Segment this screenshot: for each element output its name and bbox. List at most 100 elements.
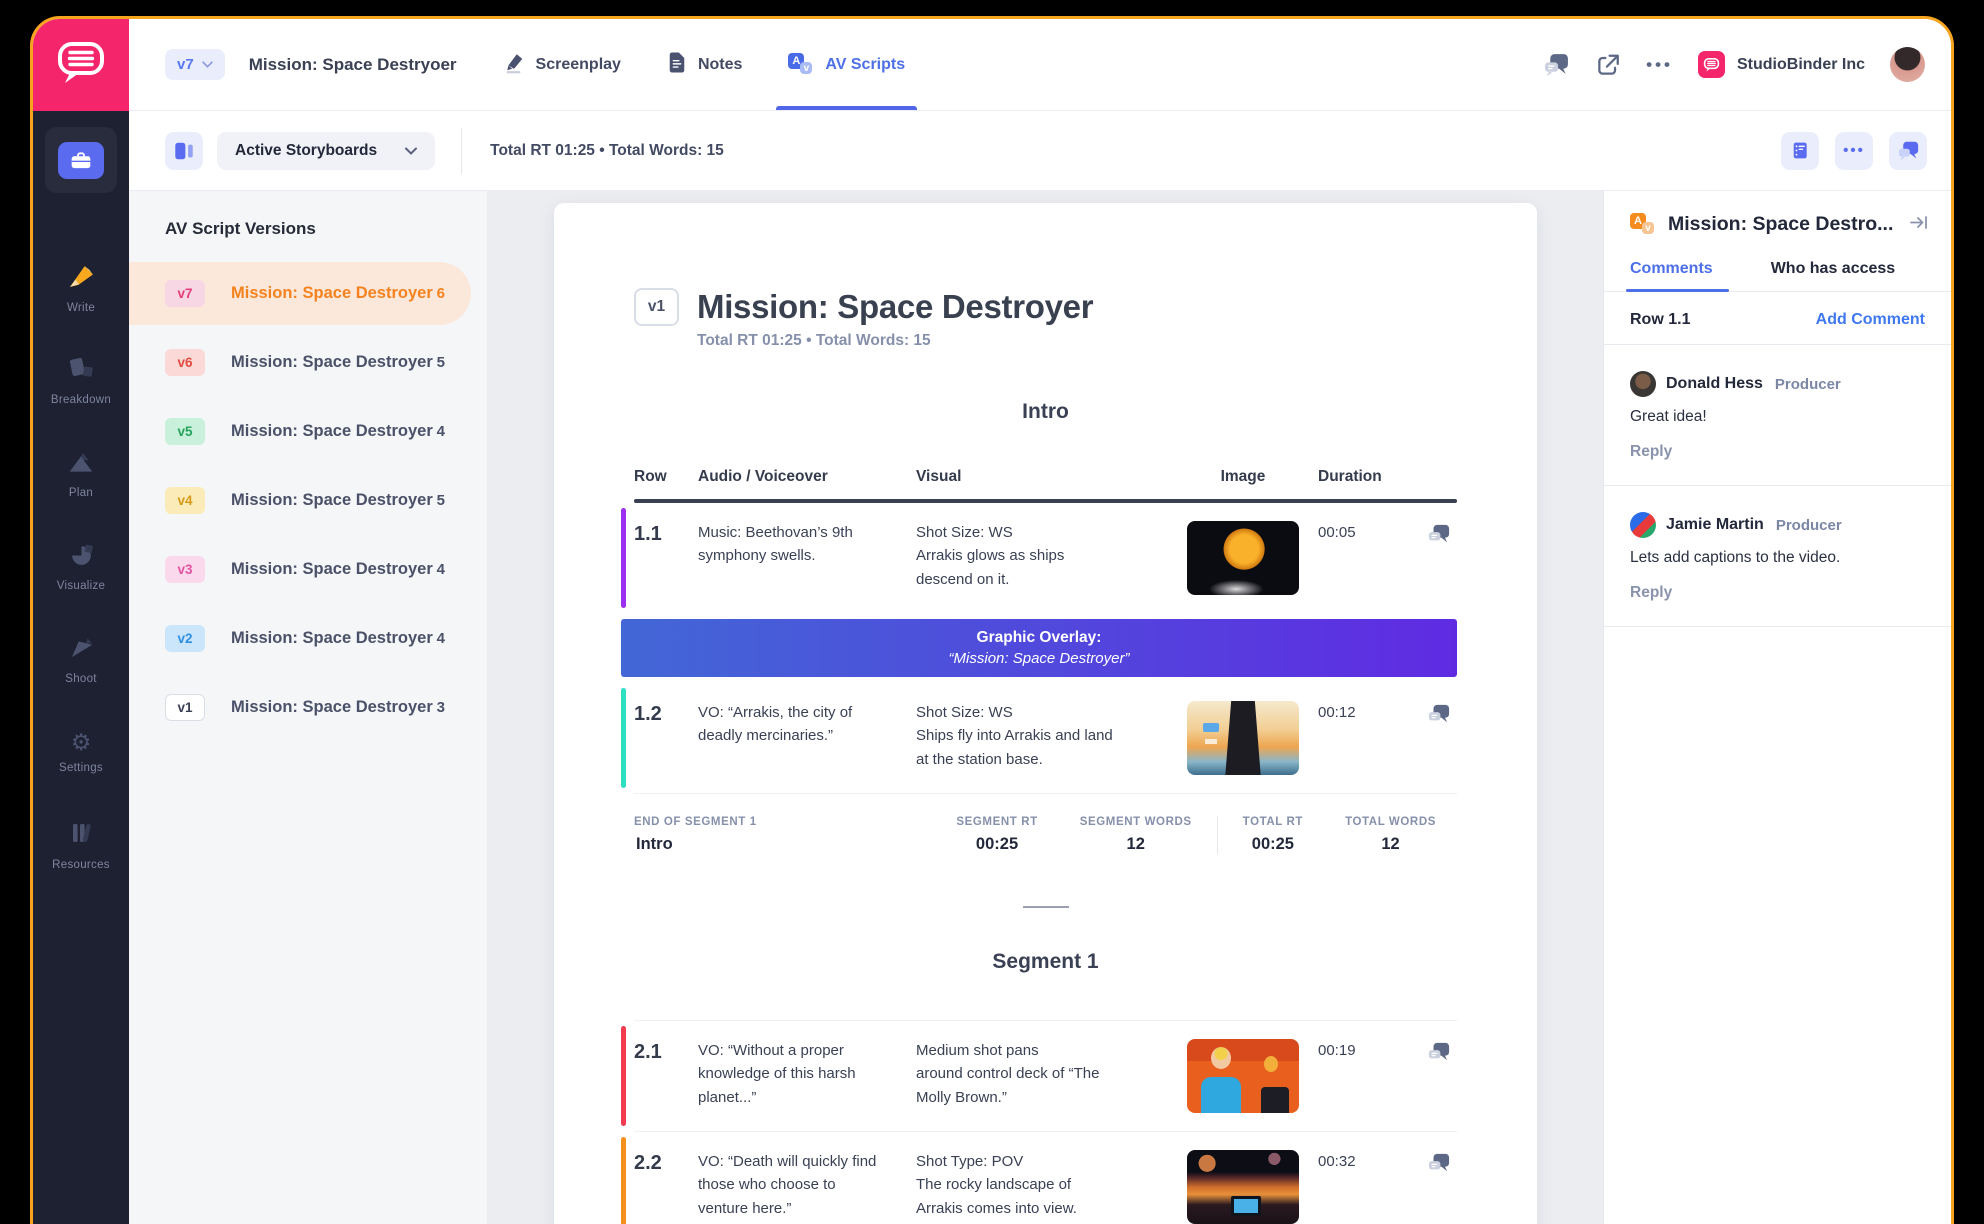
toolbar-actions: ••• xyxy=(1781,132,1927,170)
comment-header: Jamie Martin Producer xyxy=(1630,512,1925,538)
tab-notes[interactable]: Notes xyxy=(667,19,742,110)
comment-thread-header: Row 1.1 Add Comment xyxy=(1604,292,1951,345)
row-comment-icon[interactable] xyxy=(1413,701,1457,725)
visual-cell[interactable]: Shot Size: WS Arrakis glows as ships des… xyxy=(916,521,1168,591)
overlay-subtitle: “Mission: Space Destroyer” xyxy=(949,650,1130,667)
sidebar-item-label: Resources xyxy=(52,859,110,871)
sidebar-item-shoot[interactable]: Shoot xyxy=(33,613,129,706)
more-options-icon[interactable]: ••• xyxy=(1646,55,1673,75)
breakdown-pages-icon xyxy=(68,355,95,386)
row-comment-icon[interactable] xyxy=(1413,1039,1457,1063)
account-menu[interactable]: StudioBinder Inc xyxy=(1698,51,1865,78)
app-window: v7 Mission: Space Destryoer Screenplay N… xyxy=(30,16,1954,1224)
version-row-v7[interactable]: v7 Mission: Space Destroyer 6 xyxy=(129,259,487,328)
image-cell[interactable] xyxy=(1168,1150,1318,1224)
sidebar-item-write[interactable]: Write xyxy=(33,241,129,334)
tab-label: AV Scripts xyxy=(825,56,905,74)
audio-cell[interactable]: VO: “Death will quickly find those who c… xyxy=(698,1150,916,1220)
segment-name: Intro xyxy=(634,835,757,854)
script-row-2-2[interactable]: 2.2 VO: “Death will quickly find those w… xyxy=(634,1132,1457,1224)
storyboard-thumbnail[interactable] xyxy=(1187,1039,1299,1113)
script-table: Row Audio / Voiceover Visual Image Durat… xyxy=(634,468,1457,1224)
script-row-2-1[interactable]: 2.1 VO: “Without a proper knowledge of t… xyxy=(634,1021,1457,1131)
storyboards-panel-toggle-button[interactable] xyxy=(165,132,203,170)
visual-cell[interactable]: Shot Size: WS Ships fly into Arrakis and… xyxy=(916,701,1168,771)
script-row-1-2[interactable]: 1.2 VO: “Arrakis, the city of deadly mer… xyxy=(634,683,1457,793)
image-cell[interactable] xyxy=(1168,1039,1318,1113)
segment-heading-intro[interactable]: Intro xyxy=(634,400,1457,424)
version-row-v5[interactable]: v5 Mission: Space Destroyer 4 xyxy=(129,397,487,466)
tab-who-has-access[interactable]: Who has access xyxy=(1771,260,1896,291)
collapse-panel-icon[interactable] xyxy=(1909,214,1929,236)
segment-heading-1[interactable]: Segment 1 xyxy=(634,950,1457,974)
sidebar-item-visualize[interactable]: Visualize xyxy=(33,520,129,613)
active-storyboards-dropdown[interactable]: Active Storyboards xyxy=(217,132,435,170)
user-avatar[interactable] xyxy=(1890,47,1925,82)
briefcase-icon xyxy=(70,151,92,170)
duration-cell[interactable]: 00:19 xyxy=(1318,1039,1413,1059)
version-row-v1[interactable]: v1 Mission: Space Destroyer 3 xyxy=(129,673,487,742)
script-row-1-1[interactable]: 1.1 Music: Beethovan’s 9th symphony swel… xyxy=(634,503,1457,613)
version-row-v4[interactable]: v4 Mission: Space Destroyer 5 xyxy=(129,466,487,535)
visual-cell[interactable]: Shot Type: POV The rocky landscape of Ar… xyxy=(916,1150,1168,1220)
sidebar-item-breakdown[interactable]: Breakdown xyxy=(33,334,129,427)
tab-comments[interactable]: Comments xyxy=(1630,260,1713,291)
image-cell[interactable] xyxy=(1168,701,1318,775)
dropdown-label: Active Storyboards xyxy=(235,142,377,160)
share-icon[interactable] xyxy=(1595,52,1621,78)
version-badge: v5 xyxy=(165,418,205,445)
more-options-button[interactable]: ••• xyxy=(1835,132,1873,170)
row-accent-strip xyxy=(621,1137,626,1224)
version-row-v6[interactable]: v6 Mission: Space Destroyer 5 xyxy=(129,328,487,397)
version-row-v2[interactable]: v2 Mission: Space Destroyer 4 xyxy=(129,604,487,673)
storyboard-thumbnail[interactable] xyxy=(1187,701,1299,775)
comment-item: Jamie Martin Producer Lets add captions … xyxy=(1604,486,1951,627)
row-comment-icon[interactable] xyxy=(1413,1150,1457,1174)
av-scripts-icon: Av xyxy=(788,53,814,76)
workspace-body: AV Script Versions v7 Mission: Space Des… xyxy=(129,191,1951,1224)
notes-list-button[interactable] xyxy=(1781,132,1819,170)
script-editor-main: v1 Mission: Space Destroyer Total RT 01:… xyxy=(488,191,1603,1224)
add-comment-link[interactable]: Add Comment xyxy=(1816,311,1925,329)
tab-av-scripts[interactable]: Av AV Scripts xyxy=(788,19,905,110)
duration-cell[interactable]: 00:05 xyxy=(1318,521,1413,541)
stat-total-rt: TOTAL RT 00:25 xyxy=(1222,816,1324,854)
sidebar-item-label: Visualize xyxy=(57,580,106,592)
audio-cell[interactable]: VO: “Arrakis, the city of deadly mercina… xyxy=(698,701,916,748)
comments-toggle-button[interactable] xyxy=(1543,52,1570,77)
shoot-cone-icon xyxy=(68,635,95,665)
reply-link[interactable]: Reply xyxy=(1630,584,1925,602)
graphic-overlay-banner[interactable]: Graphic Overlay: “Mission: Space Destroy… xyxy=(621,619,1457,677)
duration-cell[interactable]: 00:32 xyxy=(1318,1150,1413,1170)
stat-segment-rt: SEGMENT RT 00:25 xyxy=(935,816,1058,854)
secondary-toolbar: Active Storyboards Total RT 01:25 • Tota… xyxy=(129,111,1951,191)
studiobinder-logo-block[interactable] xyxy=(33,19,129,111)
document-title[interactable]: Mission: Space Destroyer xyxy=(697,288,1093,326)
reply-link[interactable]: Reply xyxy=(1630,443,1925,461)
sidebar-item-plan[interactable]: Plan xyxy=(33,427,129,520)
document-header: v1 Mission: Space Destroyer xyxy=(634,288,1457,326)
sidebar-item-resources[interactable]: Resources xyxy=(33,799,129,892)
tab-screenplay[interactable]: Screenplay xyxy=(503,19,621,110)
audio-cell[interactable]: Music: Beethovan’s 9th symphony swells. xyxy=(698,521,916,568)
comment-author: Donald Hess xyxy=(1666,375,1763,393)
pencil-icon xyxy=(503,51,525,79)
row-number: 2.1 xyxy=(634,1039,698,1064)
version-row-v3[interactable]: v3 Mission: Space Destroyer 4 xyxy=(129,535,487,604)
comments-button[interactable] xyxy=(1889,132,1927,170)
comments-panel-tabs: Comments Who has access xyxy=(1604,260,1951,292)
version-title: Mission: Space Destroyer xyxy=(231,560,433,579)
sidebar-item-settings[interactable]: ⚙ Settings xyxy=(33,706,129,799)
visual-cell[interactable]: Medium shot pans around control deck of … xyxy=(916,1039,1168,1109)
stats-divider xyxy=(1217,816,1218,854)
storyboard-thumbnail[interactable] xyxy=(1187,1150,1299,1224)
storyboard-thumbnail[interactable] xyxy=(1187,521,1299,595)
project-briefcase-button[interactable] xyxy=(58,142,104,179)
image-cell[interactable] xyxy=(1168,521,1318,595)
version-chip[interactable]: v7 xyxy=(165,49,225,80)
row-comment-icon[interactable] xyxy=(1413,521,1457,545)
version-count: 4 xyxy=(437,423,445,440)
chat-bubbles-icon xyxy=(1897,140,1920,161)
duration-cell[interactable]: 00:12 xyxy=(1318,701,1413,721)
audio-cell[interactable]: VO: “Without a proper knowledge of this … xyxy=(698,1039,916,1109)
